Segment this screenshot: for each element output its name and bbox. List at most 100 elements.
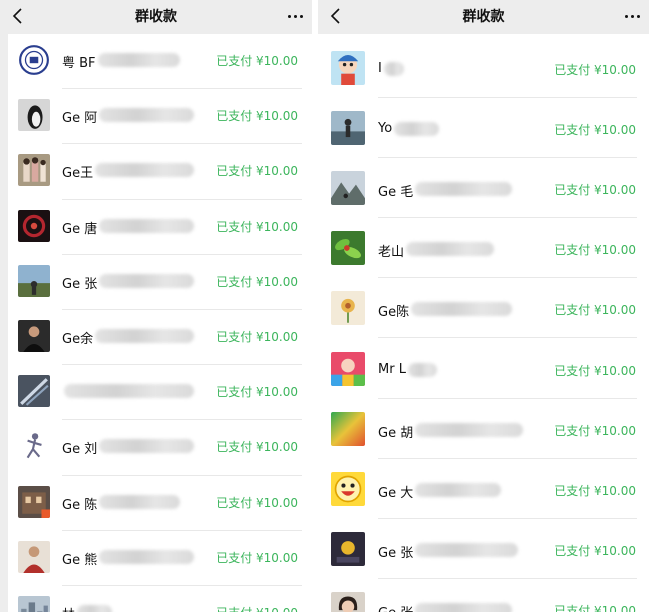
penguin-avatar[interactable] (18, 99, 50, 132)
payment-row[interactable]: Ge王 已支付 ¥10.00 (8, 144, 312, 200)
redacted-name (99, 108, 194, 123)
payment-row[interactable]: Ge余 已支付 ¥10.00 (8, 310, 312, 366)
payment-list: 粤 BF 已支付 ¥10.00 Ge 阿已支付 ¥10.00 Ge王 已支付 ¥10.0… (8, 34, 312, 612)
payment-row[interactable]: Ge 胡 已支付 ¥10.00 (318, 399, 649, 459)
payment-row[interactable]: Ge 阿 已支付 ¥10.00 (8, 89, 312, 145)
redacted-name (77, 605, 113, 612)
dark-red-avatar[interactable] (18, 209, 50, 242)
payment-row[interactable]: Ge 张 已支付 ¥10.00 (8, 255, 312, 310)
redacted-name (415, 482, 502, 497)
member-name: Ge 陈 (62, 497, 98, 513)
member-name: Yo (378, 121, 393, 137)
payment-status: 已支付 ¥10.00 (216, 550, 298, 565)
payment-status: 已支付 ¥10.00 (554, 543, 636, 558)
redacted-name (95, 163, 194, 178)
nav-bar: 群收款 (0, 0, 312, 34)
member-name: Ge 唐 (62, 221, 98, 237)
member-name: 老山 (378, 245, 405, 261)
gradient-avatar[interactable] (331, 411, 365, 446)
payment-row[interactable]: Ge 毛 已支付 ¥10.00 (318, 158, 649, 219)
redacted-name (95, 329, 194, 343)
back-button[interactable] (6, 4, 30, 28)
payment-status: 已支付 ¥10.00 (554, 363, 636, 378)
member-name: Ge 熊 (62, 552, 98, 568)
payment-row[interactable]: Ge 张 已支付 ¥10.00 (318, 579, 649, 612)
redacted-name (99, 549, 194, 564)
more-button[interactable] (284, 6, 306, 26)
member-name: Ge 阿 (62, 111, 98, 127)
payment-status: 已支付 ¥10.00 (216, 495, 298, 510)
flower-art-avatar[interactable] (331, 291, 365, 326)
member-name: 粤 BF (62, 56, 96, 71)
payment-row[interactable]: 老山 已支付 ¥10.00 (318, 218, 649, 279)
member-name: 林 (62, 604, 75, 612)
colorful-avatar[interactable] (331, 351, 365, 386)
payment-row[interactable]: Yo 已支付 ¥10.00 (318, 98, 649, 159)
redacted-name (99, 439, 194, 454)
payment-row[interactable]: 粤 BF 已支付 ¥10.00 (8, 34, 312, 90)
payment-status: 已支付 ¥10.00 (554, 603, 636, 612)
redacted-name (99, 218, 194, 233)
woman-avatar[interactable] (331, 591, 365, 612)
people-avatar[interactable] (18, 154, 50, 187)
member-name: Ge 张 (378, 602, 413, 612)
nav-bar: 群收款 (318, 0, 649, 34)
payment-status: 已支付 ¥10.00 (554, 123, 636, 138)
redacted-name (64, 384, 194, 399)
payment-status: 已支付 ¥10.00 (554, 423, 636, 438)
member-name: I (378, 61, 382, 76)
payment-status: 已支付 ¥10.00 (216, 274, 298, 289)
mountain-avatar[interactable] (331, 171, 365, 206)
landscape-avatar[interactable] (18, 264, 50, 297)
more-button[interactable] (621, 6, 643, 26)
redacted-name (99, 494, 180, 509)
person-red-avatar[interactable] (18, 540, 50, 573)
payment-row[interactable]: 已支付 ¥10.00 (8, 365, 312, 421)
payment-status: 已支付 ¥10.00 (216, 330, 298, 344)
member-name: Mr L (378, 361, 406, 377)
payment-list: I 已支付 ¥10.00 Yo 已支付 ¥10.00 Ge 毛已支付 ¥10.00 老山已… (318, 34, 649, 612)
payment-status: 已支付 ¥10.00 (216, 604, 298, 612)
member-name: Ge 刘 (62, 442, 98, 458)
payment-status: 已支付 ¥10.00 (216, 440, 298, 455)
payment-status: 已支付 ¥10.00 (554, 303, 636, 318)
payment-row[interactable]: Ge 刘 已支付 ¥10.00 (8, 420, 312, 476)
member-name: Ge余 (62, 332, 94, 347)
redacted-name (415, 422, 523, 437)
payment-row[interactable]: Ge 大 已支付 ¥10.00 (318, 459, 649, 519)
payment-row[interactable]: Ge 熊 已支付 ¥10.00 (8, 531, 312, 586)
blue-streak-avatar[interactable] (18, 375, 50, 408)
redacted-name (415, 182, 513, 197)
payment-status: 已支付 ¥10.00 (216, 54, 298, 68)
university-logo-avatar[interactable] (18, 44, 50, 76)
back-button[interactable] (324, 4, 348, 28)
payment-row[interactable]: Mr L 已支付 ¥10.00 (318, 339, 649, 399)
payment-status: 已支付 ¥10.00 (554, 243, 636, 258)
building-avatar[interactable] (18, 485, 50, 518)
leaves-avatar[interactable] (331, 231, 365, 266)
dark-yellow-avatar[interactable] (331, 531, 365, 566)
redacted-name (97, 53, 180, 67)
city-avatar[interactable] (18, 596, 50, 612)
payment-status: 已支付 ¥10.00 (554, 483, 636, 498)
payment-row[interactable]: Ge 陈 已支付 ¥10.00 (8, 476, 312, 531)
payment-row[interactable]: Ge 张 已支付 ¥10.00 (318, 519, 649, 579)
payment-row[interactable]: Ge 唐 已支付 ¥10.00 (8, 200, 312, 255)
smiley-avatar[interactable] (331, 471, 365, 506)
cartoon-avatar[interactable] (331, 51, 365, 85)
payment-status: 已支付 ¥10.00 (554, 63, 636, 77)
person-dark-avatar[interactable] (18, 320, 50, 352)
payment-row[interactable]: Ge陈 已支付 ¥10.00 (318, 278, 649, 339)
payment-row[interactable]: 林 已支付 ¥10.00 (8, 586, 312, 612)
payment-status: 已支付 ¥10.00 (216, 385, 298, 400)
chevron-left-icon (330, 8, 340, 24)
page-title: 群收款 (462, 9, 505, 25)
lake-person-avatar[interactable] (331, 111, 365, 146)
payment-status: 已支付 ¥10.00 (554, 183, 636, 198)
payment-status: 已支付 ¥10.00 (216, 164, 298, 179)
member-name: Ge 张 (62, 276, 98, 292)
member-name: Ge 张 (378, 545, 414, 561)
running-figure-avatar[interactable] (18, 430, 50, 463)
payment-row[interactable]: I 已支付 ¥10.00 (318, 38, 649, 99)
redacted-name (394, 122, 440, 137)
